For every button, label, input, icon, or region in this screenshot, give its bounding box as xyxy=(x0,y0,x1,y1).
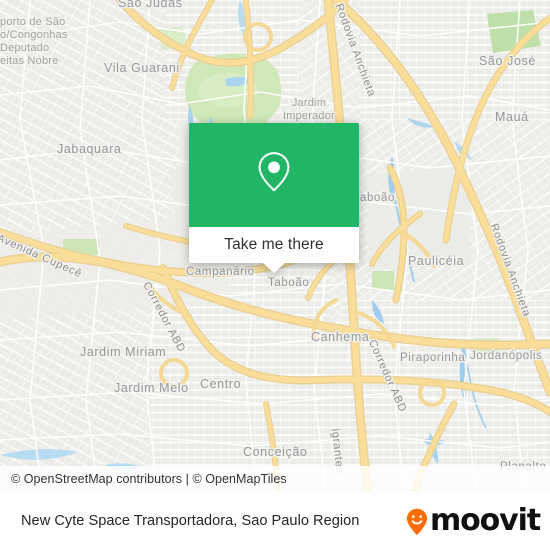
moovit-wordmark: moovit xyxy=(429,503,541,538)
page-title: New Cyte Space Transportadora, Sao Paulo… xyxy=(21,513,360,529)
map-label-centro: Centro xyxy=(200,377,242,391)
map-label-jardim-melo: Jardim Melo xyxy=(114,381,189,395)
popup-header xyxy=(189,123,359,227)
location-popup[interactable]: Take me there xyxy=(189,123,359,273)
map-label-jardim-miriam: Jardim Miriam xyxy=(80,345,167,359)
map-label-jardim-imperador: Jardim Imperador xyxy=(283,97,335,122)
map-label-jordanopolis: Jordanópolis xyxy=(470,350,543,362)
map-label-corredor-abd-east: Corredor ABD xyxy=(366,338,409,415)
moovit-smiley-pin-icon xyxy=(406,508,428,535)
map-label-taboao-north: aboão xyxy=(360,192,395,204)
map-label-taboao: Taboão xyxy=(268,277,310,289)
map-label-pauliceia: Paulicéia xyxy=(408,254,465,268)
map-canvas[interactable]: porto de São o/Congonhas Deputado eitas … xyxy=(0,0,550,492)
map-label-rodovia-anchieta-east: Rodovia Anchieta xyxy=(487,222,533,319)
popup-pointer xyxy=(263,263,285,273)
map-pin-icon xyxy=(253,150,295,200)
map-label-avenida-cupece: Avenida Cupecê xyxy=(0,232,84,281)
map-attribution-bar: © OpenStreetMap contributors | © OpenMap… xyxy=(0,466,550,492)
map-label-maua: Mauá xyxy=(495,110,529,124)
map-label-sao-jose: São José xyxy=(479,54,536,68)
map-label-vila-guarani: Vila Guarani xyxy=(104,61,180,75)
attribution-text[interactable]: © OpenStreetMap contributors | © OpenMap… xyxy=(0,472,287,486)
map-label-conceicao: Conceição xyxy=(243,445,308,459)
moovit-logo[interactable]: moovit xyxy=(406,503,541,538)
map-label-rodovia-anchieta-north: Rodovia Anchieta xyxy=(332,2,378,99)
map-label-piraporinha: Piraporinha xyxy=(400,352,466,364)
popup-card[interactable]: Take me there xyxy=(189,123,359,263)
moovit-map-screenshot: porto de São o/Congonhas Deputado eitas … xyxy=(0,0,550,550)
map-label-corredor-abd-west: Corredor ABD xyxy=(140,280,188,355)
take-me-there-label[interactable]: Take me there xyxy=(189,227,359,263)
map-label-campanario: Campanário xyxy=(186,266,255,278)
footer-bar: New Cyte Space Transportadora, Sao Paulo… xyxy=(0,492,550,550)
map-label-aeroporto-congonhas: porto de São o/Congonhas Deputado eitas … xyxy=(0,16,68,67)
map-label-canhema: Canhema xyxy=(311,330,370,344)
map-label-jabaquara: Jabaquara xyxy=(57,142,122,156)
map-label-sao-judas: São Judas xyxy=(118,0,183,10)
